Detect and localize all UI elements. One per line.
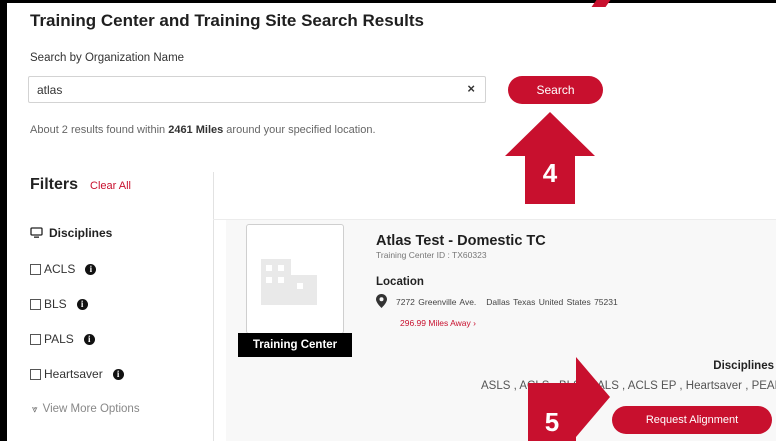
step-5-annotation-arrow: 5 (528, 357, 610, 441)
training-center-id: Training Center ID : TX60323 (376, 250, 487, 260)
search-box: × (28, 76, 486, 103)
info-icon[interactable]: i (76, 298, 88, 310)
distance-link[interactable]: 296.99 Miles Away › (400, 318, 476, 328)
clear-all-link[interactable]: Clear All (90, 180, 131, 192)
organization-name: Atlas Test - Domestic TC (376, 233, 546, 249)
card-disciplines-label: Disciplines (713, 360, 774, 372)
request-alignment-button[interactable]: Request Alignment (612, 406, 772, 434)
location-label: Location (376, 276, 424, 288)
results-summary-prefix: About 2 results found within (30, 124, 169, 136)
annotation-arrow-fragment (591, 0, 611, 7)
heartsaver-label: Heartsaver (44, 367, 103, 381)
results-summary-suffix: around your specified location. (223, 124, 376, 136)
step-4-annotation-arrow: 4 (505, 112, 595, 204)
heartsaver-checkbox[interactable] (30, 368, 41, 380)
pals-label: PALS (44, 332, 74, 346)
address: 7272 Greenville Ave. Dallas Texas United … (396, 297, 618, 307)
filter-option-bls[interactable]: BLS i (30, 297, 88, 311)
bls-checkbox[interactable] (30, 298, 41, 310)
double-chevron-down-icon: ⩔ (32, 404, 38, 415)
acls-checkbox[interactable] (30, 263, 41, 275)
city-line: Dallas Texas United States 75231 (486, 297, 618, 307)
training-center-image (246, 224, 344, 334)
search-label: Search by Organization Name (30, 52, 185, 64)
search-button[interactable]: Search (508, 76, 603, 104)
view-more-options-link[interactable]: ⩔ View More Options (32, 403, 140, 415)
results-summary-distance: 2461 Miles (168, 124, 224, 136)
info-icon[interactable]: i (83, 333, 95, 345)
building-icon (261, 259, 317, 305)
screenshot-frame-top (7, 0, 776, 3)
step-5-number: 5 (545, 407, 559, 437)
map-pin-center (379, 297, 384, 302)
info-icon[interactable]: i (85, 263, 97, 275)
filter-option-acls[interactable]: ACLS i (30, 262, 97, 276)
acls-label: ACLS (44, 262, 76, 276)
step-4-number: 4 (543, 158, 558, 188)
filter-option-heartsaver[interactable]: Heartsaver i (30, 367, 124, 381)
map-pin-icon (376, 294, 387, 308)
disciplines-filter-heading[interactable]: Disciplines (30, 226, 112, 240)
filters-divider (213, 172, 214, 441)
pals-checkbox[interactable] (30, 333, 41, 345)
clear-search-icon[interactable]: × (467, 81, 475, 96)
view-more-label: View More Options (42, 403, 140, 415)
filters-title: Filters (30, 176, 79, 193)
training-center-type-label: Training Center (238, 333, 352, 357)
monitor-icon (30, 227, 43, 238)
card-disciplines-list: ASLS , ACLS , BLS , PALS , ACLS EP , Hea… (481, 380, 776, 392)
street-address: 7272 Greenville Ave. (396, 297, 477, 307)
results-summary: About 2 results found within 2461 Miles … (30, 124, 376, 136)
organization-search-input[interactable] (37, 81, 457, 99)
page-title: Training Center and Training Site Search… (30, 11, 424, 30)
disciplines-filter-label: Disciplines (49, 226, 113, 240)
filter-option-pals[interactable]: PALS i (30, 332, 95, 346)
info-icon[interactable]: i (112, 368, 124, 380)
bls-label: BLS (44, 297, 67, 311)
screenshot-frame-left (0, 0, 7, 441)
